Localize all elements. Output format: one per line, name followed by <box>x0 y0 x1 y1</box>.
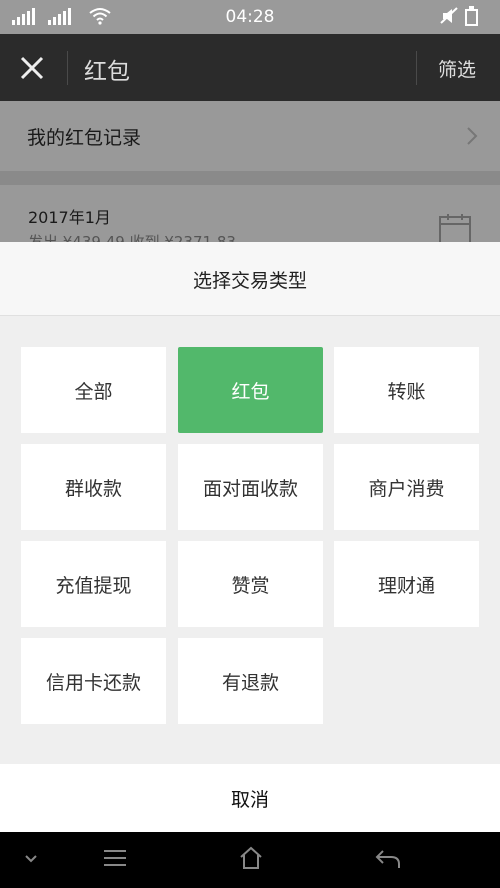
option-face-to-face[interactable]: 面对面收款 <box>178 444 323 530</box>
month-summary: 发出 ¥439.49 收到 ¥2371.83 <box>28 233 236 242</box>
my-records-label: 我的红包记录 <box>27 127 142 149</box>
status-time: 04:28 <box>225 7 275 27</box>
option-topup-withdraw[interactable]: 充值提现 <box>21 541 166 627</box>
title-bar: 红包 筛选 <box>0 34 500 101</box>
transaction-type-sheet: 选择交易类型 全部 红包 转账 群收款 面对面收款 商户消费 充值提现 赞赏 理… <box>0 242 500 832</box>
calendar-icon[interactable] <box>438 213 472 242</box>
option-reward[interactable]: 赞赏 <box>178 541 323 627</box>
navigation-bar <box>0 832 500 888</box>
cancel-button[interactable]: 取消 <box>0 764 500 832</box>
chevron-right-icon <box>467 127 478 145</box>
divider <box>416 51 417 85</box>
option-group-collect[interactable]: 群收款 <box>21 444 166 530</box>
month-summary-row: 2017年1月 发出 ¥439.49 收到 ¥2371.83 <box>0 185 500 242</box>
option-credit-card[interactable]: 信用卡还款 <box>21 638 166 724</box>
back-icon[interactable] <box>375 848 401 870</box>
battery-icon <box>465 6 478 26</box>
option-red-packet[interactable]: 红包 <box>178 347 323 433</box>
month-label: 2017年1月 <box>28 208 111 227</box>
chevron-down-icon[interactable] <box>24 854 38 864</box>
option-licaitong[interactable]: 理财通 <box>334 541 479 627</box>
option-transfer[interactable]: 转账 <box>334 347 479 433</box>
section-gap <box>0 171 500 185</box>
my-records-row[interactable]: 我的红包记录 <box>0 101 500 171</box>
sheet-title: 选择交易类型 <box>192 270 307 292</box>
filter-button[interactable]: 筛选 <box>438 55 476 82</box>
sheet-header: 选择交易类型 <box>0 242 500 316</box>
close-icon[interactable] <box>18 54 46 82</box>
menu-icon[interactable] <box>103 848 127 868</box>
option-refund[interactable]: 有退款 <box>178 638 323 724</box>
page-title: 红包 <box>84 59 130 85</box>
home-icon[interactable] <box>238 845 264 871</box>
status-bar: 04:28 <box>0 0 500 34</box>
option-merchant[interactable]: 商户消费 <box>334 444 479 530</box>
option-all[interactable]: 全部 <box>21 347 166 433</box>
divider <box>67 51 68 85</box>
mute-icon <box>440 7 458 24</box>
